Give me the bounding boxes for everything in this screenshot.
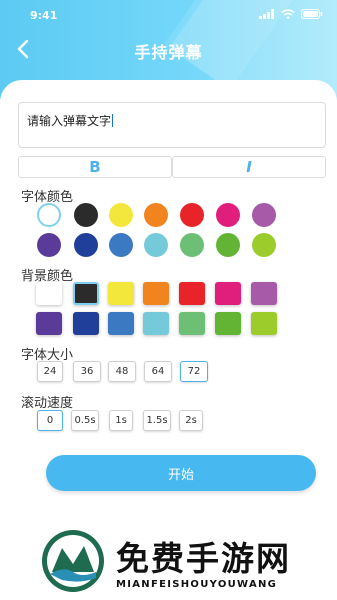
font-color-swatch[interactable] — [216, 233, 240, 257]
scroll-speed-option[interactable]: 1.5s — [143, 410, 171, 431]
font-color-swatch[interactable] — [74, 203, 98, 227]
bg-color-swatch[interactable] — [251, 282, 277, 305]
italic-button[interactable]: I — [172, 156, 326, 178]
font-size-option[interactable]: 36 — [73, 361, 101, 382]
bg-color-swatch[interactable] — [108, 312, 134, 335]
scroll-speed-option[interactable]: 0 — [37, 410, 63, 431]
font-color-swatch[interactable] — [252, 203, 276, 227]
bg-color-swatch[interactable] — [251, 312, 277, 335]
font-color-swatch[interactable] — [216, 203, 240, 227]
bg-color-swatch[interactable] — [215, 282, 241, 305]
font-size-option[interactable]: 72 — [180, 361, 208, 382]
font-color-swatch[interactable] — [144, 203, 168, 227]
watermark-cn-text: 免费手游网 — [116, 539, 291, 578]
font-color-swatch[interactable] — [180, 203, 204, 227]
bg-color-swatch[interactable] — [108, 282, 134, 305]
status-time: 9:41 — [30, 9, 58, 22]
battery-icon — [301, 9, 323, 19]
scroll-speed-label: 滚动速度 — [21, 396, 74, 411]
input-text: 请输入弹幕文字 — [27, 114, 112, 128]
scroll-speed-option[interactable]: 2s — [179, 410, 203, 431]
font-size-option[interactable]: 48 — [108, 361, 136, 382]
bg-color-swatch[interactable] — [179, 282, 205, 305]
font-color-swatch[interactable] — [37, 203, 61, 227]
scroll-speed-option[interactable]: 0.5s — [71, 410, 99, 431]
signal-icon — [259, 9, 274, 19]
italic-label: I — [246, 158, 252, 176]
font-size-option[interactable]: 24 — [37, 361, 63, 382]
bg-color-swatch[interactable] — [143, 312, 169, 335]
bg-color-swatch[interactable] — [179, 312, 205, 335]
font-color-swatch[interactable] — [74, 233, 98, 257]
start-button-label: 开始 — [167, 467, 194, 483]
status-icons — [259, 9, 323, 19]
font-size-option[interactable]: 64 — [144, 361, 172, 382]
scroll-speed-option[interactable]: 1s — [109, 410, 133, 431]
bg-color-swatch[interactable] — [143, 282, 169, 305]
font-color-swatch[interactable] — [252, 233, 276, 257]
bg-color-swatch[interactable] — [73, 312, 99, 335]
wifi-icon — [281, 9, 295, 19]
status-bar: 9:41 — [0, 0, 337, 30]
bg-color-swatch[interactable] — [36, 282, 62, 305]
watermark: 免费手游网 MIANFEISHOUYOUWANG — [40, 528, 330, 598]
bold-label: B — [89, 158, 101, 176]
bold-button[interactable]: B — [18, 156, 172, 178]
start-button[interactable]: 开始 — [46, 455, 316, 491]
danmaku-text-input[interactable]: 请输入弹幕文字 — [18, 102, 326, 148]
page-title: 手持弹幕 — [134, 43, 203, 62]
bg-color-swatch[interactable] — [73, 282, 99, 305]
bg-color-swatch[interactable] — [215, 312, 241, 335]
font-color-swatch[interactable] — [180, 233, 204, 257]
watermark-logo-icon — [42, 530, 104, 592]
font-color-swatch[interactable] — [109, 233, 133, 257]
bg-color-swatch[interactable] — [36, 312, 62, 335]
font-color-swatch[interactable] — [109, 203, 133, 227]
text-caret — [112, 114, 114, 127]
font-color-swatch[interactable] — [144, 233, 168, 257]
font-color-swatch[interactable] — [37, 233, 61, 257]
watermark-en-text: MIANFEISHOUYOUWANG — [116, 579, 278, 590]
